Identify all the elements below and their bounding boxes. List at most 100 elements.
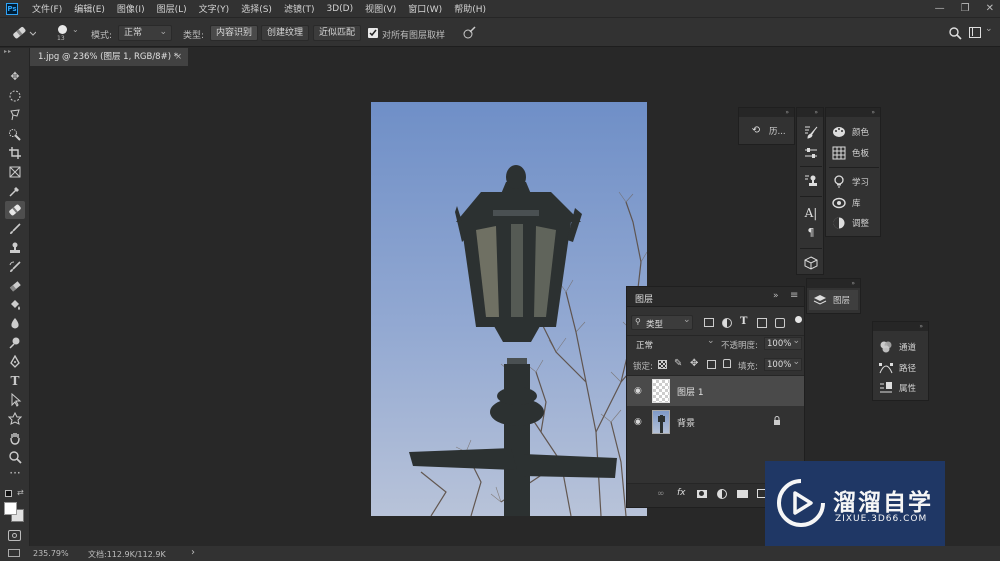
color-panel-button[interactable]: 颜色 [832,125,869,139]
menu-3d[interactable]: 3D(D) [320,4,359,14]
eyedropper-tool-icon[interactable] [5,182,25,200]
history-brush-tool-icon[interactable] [5,258,25,276]
clone-source-icon[interactable] [804,174,818,188]
mask-icon[interactable] [697,490,707,498]
quick-mask-icon[interactable] [8,530,21,541]
filter-smart-object-icon[interactable] [775,318,785,328]
swatches-panel-button[interactable]: 色板 [832,146,869,160]
libraries-panel-button[interactable]: 库 [832,196,861,210]
type-create-texture-button[interactable]: 创建纹理 [261,25,309,41]
lock-position-icon[interactable]: ✥ [690,358,698,369]
lock-transparent-icon[interactable] [658,360,667,369]
zoom-tool-icon[interactable] [5,448,25,466]
path-selection-tool-icon[interactable] [5,391,25,409]
blur-tool-icon[interactable] [5,315,25,333]
panel-collapse-handle[interactable]: » [807,279,860,288]
menu-select[interactable]: 选择(S) [235,2,278,15]
chevron-down-icon[interactable]: ⌄ [985,24,993,34]
sample-all-checkbox[interactable] [368,28,378,38]
marquee-tool-icon[interactable] [5,87,25,105]
mode-select[interactable]: 正常 ⌄ [118,25,172,41]
character-icon[interactable]: A| [804,206,818,220]
crop-tool-icon[interactable] [5,144,25,162]
type-tool-icon[interactable]: T [5,372,25,390]
properties-panel-button[interactable]: 属性 [879,381,916,395]
collapse-icon[interactable]: » [773,291,779,301]
lock-pixels-icon[interactable]: ✎ [674,358,682,369]
swap-colors-icon[interactable]: ⇄ [17,488,24,497]
fill-input[interactable]: 100% ⌄ [764,357,802,371]
learn-panel-button[interactable]: 学习 [832,175,869,189]
pen-tool-icon[interactable] [5,353,25,371]
eraser-tool-icon[interactable] [5,277,25,295]
history-panel-button[interactable]: ⟲ 历... [749,124,786,138]
layer-row[interactable]: ◉ 背景 [627,407,804,437]
default-colors-icon[interactable] [5,490,12,497]
menu-image[interactable]: 图像(I) [111,2,151,15]
brushes-icon[interactable] [804,146,818,160]
diffusion-brush-icon[interactable] [462,26,476,40]
paragraph-icon[interactable]: ¶ [804,226,818,240]
zoom-level[interactable]: 235.79% [33,549,69,558]
filter-type-icon[interactable]: T [740,316,747,327]
quick-selection-tool-icon[interactable] [5,125,25,143]
layer-row[interactable]: ◉ 图层 1 [627,376,804,406]
lasso-tool-icon[interactable] [5,106,25,124]
layers-panel-title[interactable]: 图层 [635,292,653,305]
channels-panel-button[interactable]: 通道 [879,340,916,354]
shape-tool-icon[interactable] [5,410,25,428]
layer-filter-select[interactable]: ⚲ 类型 ⌄ [631,315,693,330]
close-icon[interactable]: × [175,48,182,66]
menu-file[interactable]: 文件(F) [26,2,68,15]
panel-menu-icon[interactable]: ≡ [790,290,798,301]
workspace-icon[interactable] [969,27,981,38]
type-proximity-match-button[interactable]: 近似匹配 [313,25,361,41]
menu-layer[interactable]: 图层(L) [151,2,193,15]
adjustment-icon[interactable] [717,489,727,499]
3d-cube-icon[interactable] [804,256,818,270]
hand-tool-icon[interactable] [5,429,25,447]
link-icon[interactable]: ∞ [657,489,665,499]
frame-tool-icon[interactable] [5,163,25,181]
opacity-input[interactable]: 100% ⌄ [764,336,802,350]
blend-mode-select[interactable]: 正常 ⌄ [631,336,716,351]
search-icon[interactable] [948,26,962,40]
close-button[interactable]: ✕ [986,3,994,14]
menu-filter[interactable]: 滤镜(T) [278,2,321,15]
clone-stamp-tool-icon[interactable] [5,239,25,257]
healing-brush-preset-icon[interactable] [10,24,37,42]
menu-edit[interactable]: 编辑(E) [68,2,111,15]
minimize-button[interactable]: — [935,3,945,14]
layers-mini-button[interactable]: 图层 [809,290,858,310]
fx-icon[interactable]: fx [677,488,686,498]
panel-collapse-handle[interactable]: » [826,108,880,117]
filter-toggle-icon[interactable] [795,316,802,323]
brush-settings-icon[interactable] [804,125,818,139]
menu-type[interactable]: 文字(Y) [193,2,236,15]
document-image[interactable] [371,102,647,516]
eye-icon[interactable]: ◉ [634,386,644,396]
lock-artboard-icon[interactable] [707,360,716,369]
restore-button[interactable]: ❐ [961,3,970,14]
adjustments-panel-button[interactable]: 调整 [832,216,869,230]
foreground-color-swatch[interactable] [4,502,17,515]
toolbar-collapse-icon[interactable]: ▸▸ [4,48,12,55]
filter-adjustment-icon[interactable] [722,318,732,328]
lock-all-icon[interactable] [723,359,731,368]
layer-name[interactable]: 图层 1 [677,385,704,398]
document-tab[interactable]: 1.jpg @ 236% (图层 1, RGB/8#) * × [30,48,188,66]
layer-name[interactable]: 背景 [677,416,695,429]
menu-window[interactable]: 窗口(W) [402,2,448,15]
move-tool-icon[interactable]: ✥ [5,68,25,86]
menu-view[interactable]: 视图(V) [359,2,402,15]
menu-help[interactable]: 帮助(H) [448,2,492,15]
type-content-aware-button[interactable]: 内容识别 [210,25,258,41]
more-tools-icon[interactable]: ··· [5,467,25,485]
share-icon[interactable] [8,549,20,557]
healing-brush-tool-icon[interactable] [5,201,25,219]
panel-collapse-handle[interactable]: » [797,108,823,117]
filter-pixel-icon[interactable] [704,318,714,327]
paths-panel-button[interactable]: 路径 [879,361,916,375]
panel-collapse-handle[interactable]: » [873,322,928,331]
brush-size-picker[interactable]: 13 ⌄ [55,23,79,45]
